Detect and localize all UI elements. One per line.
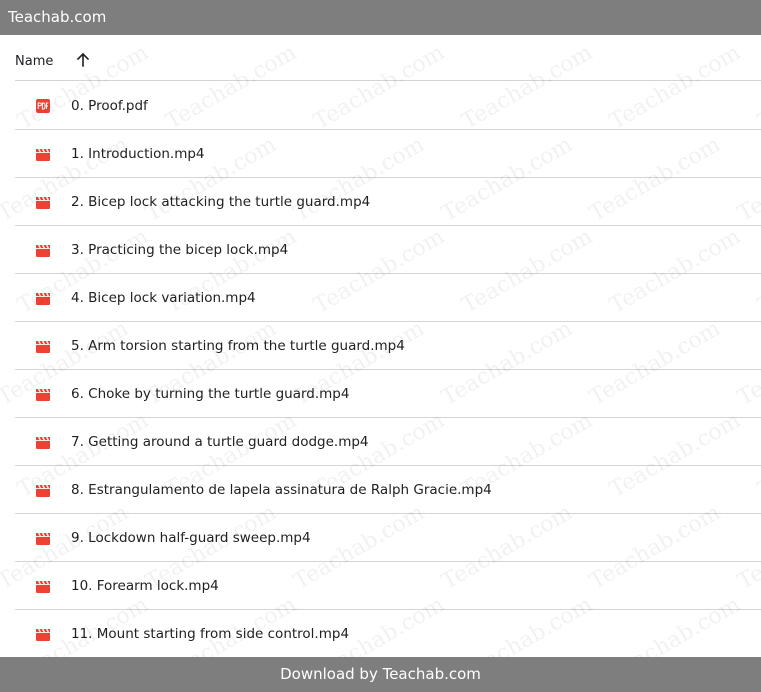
file-row[interactable]: 4. Bicep lock variation.mp4	[15, 274, 761, 322]
file-name: 8. Estrangulamento de lapela assinatura …	[71, 482, 492, 498]
video-icon	[36, 389, 50, 401]
video-icon	[36, 149, 50, 161]
file-name: 10. Forearm lock.mp4	[71, 578, 219, 594]
video-icon	[36, 533, 50, 545]
video-icon	[36, 437, 50, 449]
file-name: 3. Practicing the bicep lock.mp4	[71, 242, 289, 258]
file-row[interactable]: 3. Practicing the bicep lock.mp4	[15, 226, 761, 274]
file-list: 0. Proof.pdf 1. Introduction.mp4 2. Bicep …	[15, 82, 761, 658]
video-icon	[36, 629, 50, 641]
video-icon	[36, 293, 50, 305]
arrow-up-icon[interactable]	[75, 52, 91, 68]
video-icon	[36, 485, 50, 497]
file-name: 1. Introduction.mp4	[71, 146, 205, 162]
file-row[interactable]: 0. Proof.pdf	[15, 82, 761, 130]
video-icon	[36, 581, 50, 593]
file-row[interactable]: 9. Lockdown half-guard sweep.mp4	[15, 514, 761, 562]
file-row[interactable]: 11. Mount starting from side control.mp4	[15, 610, 761, 658]
file-row[interactable]: 6. Choke by turning the turtle guard.mp4	[15, 370, 761, 418]
file-name: 6. Choke by turning the turtle guard.mp4	[71, 386, 350, 402]
site-footer: Download by Teachab.com	[0, 657, 761, 692]
site-title: Teachab.com	[8, 8, 107, 26]
video-icon	[36, 197, 50, 209]
file-name: 5. Arm torsion starting from the turtle …	[71, 338, 405, 354]
file-row[interactable]: 10. Forearm lock.mp4	[15, 562, 761, 610]
file-row[interactable]: 7. Getting around a turtle guard dodge.m…	[15, 418, 761, 466]
file-row[interactable]: 1. Introduction.mp4	[15, 130, 761, 178]
file-name: 2. Bicep lock attacking the turtle guard…	[71, 194, 371, 210]
video-icon	[36, 341, 50, 353]
name-column-header[interactable]: Name	[15, 35, 53, 81]
file-row[interactable]: 5. Arm torsion starting from the turtle …	[15, 322, 761, 370]
file-name: 7. Getting around a turtle guard dodge.m…	[71, 434, 369, 450]
footer-text: Download by Teachab.com	[280, 665, 481, 683]
file-row[interactable]: 8. Estrangulamento de lapela assinatura …	[15, 466, 761, 514]
video-icon	[36, 245, 50, 257]
file-name: 11. Mount starting from side control.mp4	[71, 626, 350, 642]
pdf-icon	[36, 99, 50, 113]
file-row[interactable]: 2. Bicep lock attacking the turtle guard…	[15, 178, 761, 226]
list-header: Name	[15, 35, 761, 81]
file-name: 4. Bicep lock variation.mp4	[71, 290, 256, 306]
site-header: Teachab.com	[0, 0, 761, 35]
file-name: 9. Lockdown half-guard sweep.mp4	[71, 530, 311, 546]
file-name: 0. Proof.pdf	[71, 98, 148, 114]
